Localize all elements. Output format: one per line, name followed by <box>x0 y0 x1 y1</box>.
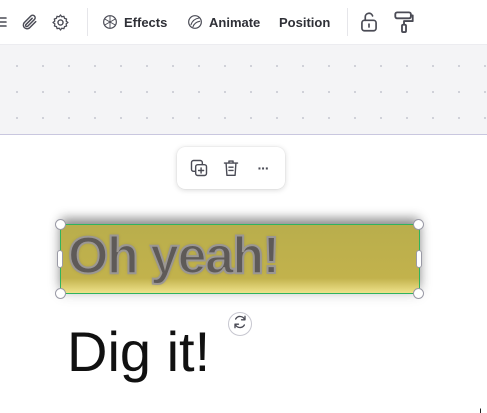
paint-roller-icon[interactable] <box>393 0 415 44</box>
trash-icon[interactable] <box>219 156 243 180</box>
animate-label: Animate <box>209 14 261 30</box>
canvas-background <box>0 45 487 135</box>
animate-icon <box>187 14 203 30</box>
duplicate-icon[interactable] <box>187 156 211 180</box>
top-toolbar: Effects Animate Position <box>0 0 487 45</box>
toolbar-divider <box>87 8 88 36</box>
menu-icon[interactable] <box>0 0 8 44</box>
more-glyph: ··· <box>257 160 270 176</box>
toolbar-divider <box>347 8 348 36</box>
animate-button[interactable]: Animate <box>187 0 260 44</box>
effects-icon <box>102 14 118 30</box>
resize-handle-left[interactable] <box>57 250 63 268</box>
resize-handle-bottom-right[interactable] <box>413 288 424 299</box>
resize-handle-top-right[interactable] <box>413 219 424 230</box>
text-element[interactable]: Dig it! <box>67 320 210 384</box>
gear-icon[interactable] <box>51 0 70 44</box>
resize-handle-top-left[interactable] <box>55 219 66 230</box>
resize-handle-right[interactable] <box>416 250 422 268</box>
selection-border <box>60 224 420 294</box>
more-icon[interactable]: ··· <box>251 156 275 180</box>
rotate-icon <box>232 314 248 335</box>
resize-handle-bottom-left[interactable] <box>55 288 66 299</box>
rotate-handle[interactable] <box>228 312 252 336</box>
unlock-icon[interactable] <box>359 0 379 44</box>
link-icon[interactable] <box>20 0 38 44</box>
effects-label: Effects <box>124 14 168 30</box>
effects-button[interactable]: Effects <box>102 0 167 44</box>
mouse-pointer-icon <box>480 404 487 413</box>
element-context-menu: ··· <box>177 147 285 189</box>
position-button[interactable]: Position <box>279 0 330 44</box>
editor: Effects Animate Position ··· Oh yeah! Di… <box>0 0 487 413</box>
position-label: Position <box>279 14 331 30</box>
